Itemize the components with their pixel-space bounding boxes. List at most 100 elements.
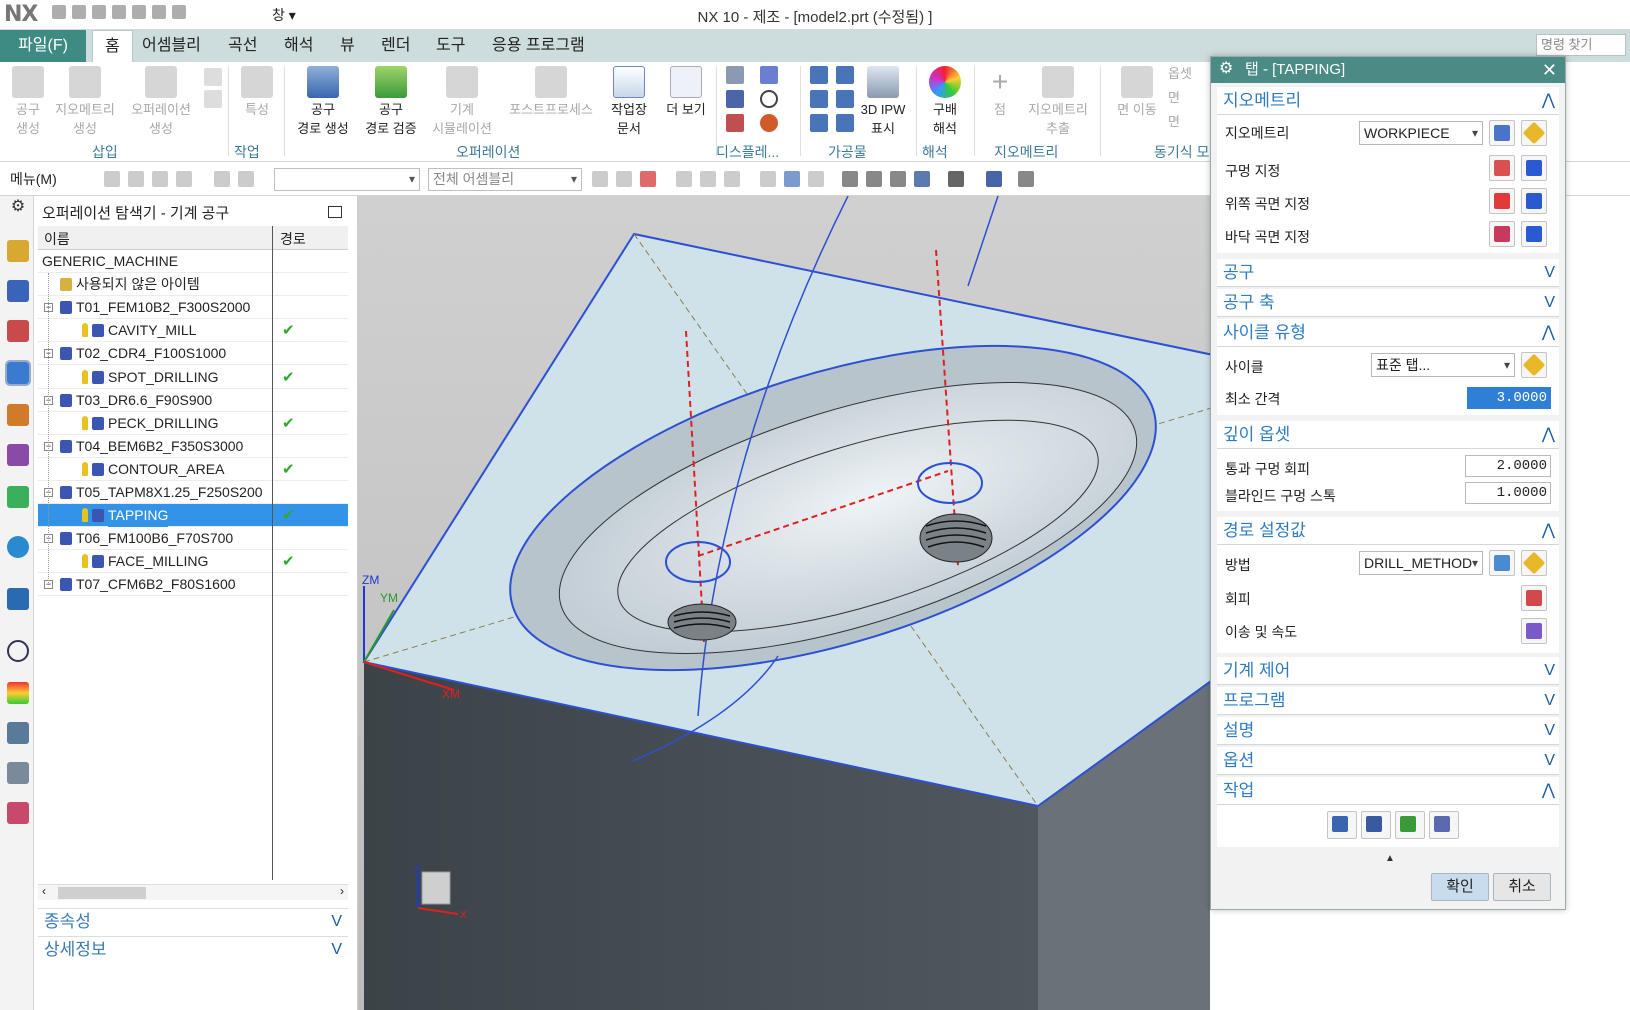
constraint-navigator-icon[interactable] [7,280,29,302]
avoidance-button[interactable] [1521,585,1547,611]
offset-face-button[interactable]: 옵셋 [1168,64,1212,83]
tool-row[interactable]: − T03_DR6.6_F90S900 [38,389,348,412]
snap-icon-2[interactable] [616,171,632,187]
collapse-arrow-icon[interactable]: ▲ [1385,853,1395,864]
part-navigator-icon[interactable] [7,320,29,342]
orient-view-icon[interactable] [914,171,930,187]
close-icon[interactable]: ✕ [1542,57,1557,83]
snap-icon-5[interactable] [700,171,716,187]
generate-button[interactable] [1327,811,1357,839]
edit-cycle-button[interactable] [1521,352,1547,378]
column-path-header[interactable]: 경로 [280,229,306,249]
display-icon-5[interactable] [726,114,744,132]
copy-icon[interactable] [112,5,126,19]
operation-row[interactable]: CONTOUR_AREA ✔ [38,458,348,481]
options-section-header[interactable]: 옵션 V [1217,747,1559,775]
tab-view[interactable]: 뷰 [340,30,355,62]
tool-row[interactable]: − T06_FM100B6_F70S700 [38,527,348,551]
tool-row[interactable]: − T07_CFM6B2_F80S1600 [38,573,348,597]
new-geometry-button[interactable] [1489,120,1515,146]
description-section-header[interactable]: 설명 V [1217,717,1559,745]
move-face-button[interactable]: 면 이동 [1108,66,1166,119]
display-icon-1[interactable] [726,66,744,84]
operation-row[interactable]: FACE_MILLING ✔ [38,550,348,574]
machine-control-section-header[interactable]: 기계 제어 V [1217,657,1559,685]
display-top-surface-button[interactable] [1521,188,1547,214]
point-button[interactable]: + 점 [980,66,1020,119]
geometry-section-header[interactable]: 지오메트리 ⋀ [1217,87,1559,115]
tab-assembly[interactable]: 어셈블리 [142,30,201,62]
command-finder-input[interactable]: 명령 찾기 [1536,34,1626,56]
cut-icon[interactable] [92,5,106,19]
shop-doc-button[interactable]: 작업장 문서 [604,66,654,138]
group-operations[interactable]: 오퍼레이션 [456,142,520,162]
workpiece-icon-3[interactable] [810,90,828,108]
list-button[interactable] [1429,811,1459,839]
system-scenes-icon[interactable] [7,802,29,824]
group-insert[interactable]: 삽입 [92,142,118,162]
filter-icon[interactable] [104,171,120,187]
display-icon-4[interactable] [760,90,778,108]
scrollbar-thumb[interactable] [58,887,146,899]
operation-row[interactable]: TAPPING ✔ [38,504,348,528]
workpiece-icon-5[interactable] [810,114,828,132]
show-3d-ipw-button[interactable]: 3D IPW 표시 [856,66,910,138]
snap-icon-3[interactable] [640,171,656,187]
snap-icon-4[interactable] [676,171,692,187]
tool-row[interactable]: − T02_CDR4_F100S1000 [38,342,348,366]
paste-icon[interactable] [132,5,146,19]
snap-icon-6[interactable] [724,171,740,187]
through-hole-clearance-input[interactable]: 2.0000 [1465,455,1551,477]
face-button-3[interactable]: 면 [1168,112,1212,131]
operation-navigator-icon[interactable] [5,360,31,386]
snap-icon-9[interactable] [808,171,824,187]
more-button[interactable]: 더 보기 [660,66,712,119]
tab-home[interactable]: 홈 [92,30,133,62]
cycle-type-section-header[interactable]: 사이클 유형 ⋀ [1217,319,1559,347]
tab-tools[interactable]: 도구 [436,30,465,62]
postprocess-button[interactable]: 포스트프로세스 [502,66,600,119]
undo-icon[interactable] [72,5,86,19]
operation-row[interactable]: SPOT_DRILLING ✔ [38,366,348,389]
replay-button[interactable] [1361,811,1391,839]
rotate-icon[interactable] [890,171,906,187]
render-style-icon[interactable] [948,171,964,187]
group-display[interactable]: 디스플레... [716,142,779,162]
palette-icon[interactable] [7,682,29,704]
maximize-icon[interactable] [328,206,342,218]
tab-render[interactable]: 렌더 [381,30,410,62]
filter-icon-6[interactable] [238,171,254,187]
workpiece-icon-4[interactable] [836,90,854,108]
touch-mode-icon[interactable] [172,5,186,19]
scroll-right-icon[interactable]: › [340,884,344,898]
group-workpiece[interactable]: 가공물 [828,142,867,162]
workpiece-icon-6[interactable] [836,114,854,132]
hd3d-tools-icon[interactable] [7,486,29,508]
draft-analysis-button[interactable]: 구배 해석 [920,66,970,138]
specify-bottom-surface-button[interactable] [1489,221,1515,247]
cancel-button[interactable]: 취소 [1493,873,1551,901]
workpiece-icon-2[interactable] [836,66,854,84]
tab-curve[interactable]: 곡선 [228,30,257,62]
create-geometry-button[interactable]: 지오메트리 생성 [50,66,120,138]
ok-button[interactable]: 확인 [1431,873,1489,901]
create-tool-button[interactable]: 공구 생성 [6,66,50,138]
properties-button[interactable]: 특성 [234,66,280,119]
generate-toolpath-button[interactable]: 공구 경로 생성 [290,66,356,138]
assembly-navigator-icon[interactable] [7,240,29,262]
tool-row[interactable]: − T05_TAPM8X1.25_F250S200 [38,481,348,504]
extract-geometry-button[interactable]: 지오메트리 추출 [1022,66,1094,138]
specify-holes-button[interactable] [1489,155,1515,181]
history-icon[interactable] [7,588,29,610]
new-method-button[interactable] [1489,550,1515,576]
create-operation-button[interactable]: 오퍼레이션 생성 [124,66,198,138]
process-studio-icon[interactable] [7,722,29,744]
display-icon-3[interactable] [726,90,744,108]
tool-section-header[interactable]: 공구 V [1217,259,1559,287]
depth-offset-section-header[interactable]: 깊이 옵셋 ⋀ [1217,421,1559,449]
root-row[interactable]: GENERIC_MACHINE [38,250,348,273]
window-menu[interactable]: 창 ▾ [272,5,296,25]
scroll-left-icon[interactable]: ‹ [42,884,46,898]
display-icon-6[interactable] [760,114,778,132]
operation-row[interactable]: CAVITY_MILL ✔ [38,319,348,343]
